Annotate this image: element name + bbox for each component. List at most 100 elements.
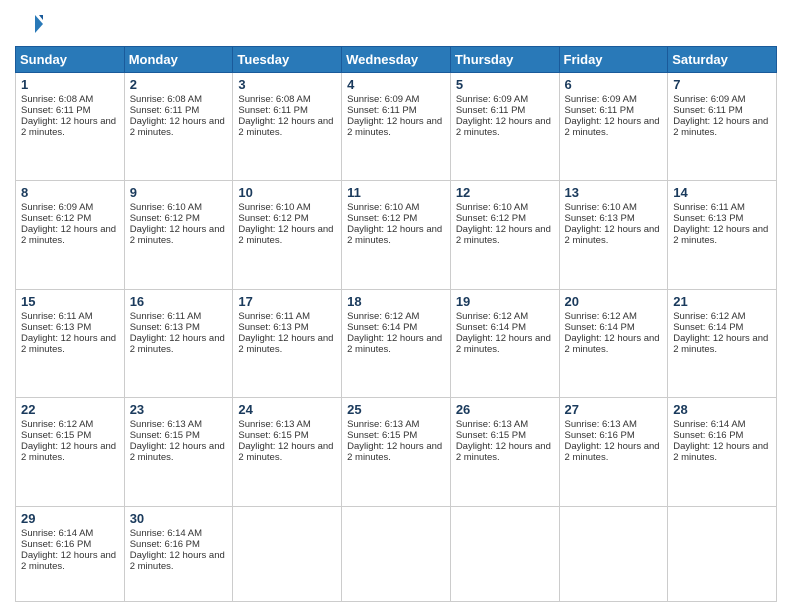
logo-icon xyxy=(15,10,43,38)
daylight-label: Daylight: 12 hours and 2 minutes. xyxy=(21,550,116,572)
calendar-cell: 6 Sunrise: 6:09 AM Sunset: 6:11 PM Dayli… xyxy=(559,73,668,181)
sunset-label: Sunset: 6:11 PM xyxy=(673,105,743,116)
calendar-cell xyxy=(233,506,342,601)
sunset-label: Sunset: 6:16 PM xyxy=(130,539,200,550)
sunset-label: Sunset: 6:15 PM xyxy=(456,430,526,441)
daylight-label: Daylight: 12 hours and 2 minutes. xyxy=(130,550,225,572)
sunrise-label: Sunrise: 6:14 AM xyxy=(130,528,202,539)
calendar-cell: 16 Sunrise: 6:11 AM Sunset: 6:13 PM Dayl… xyxy=(124,289,233,397)
sunset-label: Sunset: 6:11 PM xyxy=(130,105,200,116)
daylight-label: Daylight: 12 hours and 2 minutes. xyxy=(673,116,768,138)
day-number: 4 xyxy=(347,77,445,92)
sunrise-label: Sunrise: 6:10 AM xyxy=(456,202,528,213)
sunrise-label: Sunrise: 6:12 AM xyxy=(673,311,745,322)
day-number: 22 xyxy=(21,402,119,417)
sunrise-label: Sunrise: 6:13 AM xyxy=(347,419,419,430)
sunset-label: Sunset: 6:12 PM xyxy=(238,213,308,224)
sunset-label: Sunset: 6:13 PM xyxy=(238,322,308,333)
daylight-label: Daylight: 12 hours and 2 minutes. xyxy=(130,224,225,246)
day-number: 3 xyxy=(238,77,336,92)
calendar-cell: 1 Sunrise: 6:08 AM Sunset: 6:11 PM Dayli… xyxy=(16,73,125,181)
sunrise-label: Sunrise: 6:08 AM xyxy=(130,94,202,105)
sunrise-label: Sunrise: 6:13 AM xyxy=(238,419,310,430)
calendar-cell: 9 Sunrise: 6:10 AM Sunset: 6:12 PM Dayli… xyxy=(124,181,233,289)
calendar-week-row: 22 Sunrise: 6:12 AM Sunset: 6:15 PM Dayl… xyxy=(16,398,777,506)
sunrise-label: Sunrise: 6:11 AM xyxy=(130,311,202,322)
day-number: 1 xyxy=(21,77,119,92)
sunrise-label: Sunrise: 6:13 AM xyxy=(130,419,202,430)
sunrise-label: Sunrise: 6:08 AM xyxy=(21,94,93,105)
daylight-label: Daylight: 12 hours and 2 minutes. xyxy=(347,333,442,355)
day-number: 12 xyxy=(456,185,554,200)
day-number: 27 xyxy=(565,402,663,417)
day-number: 21 xyxy=(673,294,771,309)
sunset-label: Sunset: 6:13 PM xyxy=(673,213,743,224)
sunset-label: Sunset: 6:11 PM xyxy=(565,105,635,116)
sunrise-label: Sunrise: 6:12 AM xyxy=(565,311,637,322)
sunrise-label: Sunrise: 6:10 AM xyxy=(565,202,637,213)
daylight-label: Daylight: 12 hours and 2 minutes. xyxy=(21,441,116,463)
calendar-cell xyxy=(668,506,777,601)
calendar-cell xyxy=(559,506,668,601)
calendar-cell: 17 Sunrise: 6:11 AM Sunset: 6:13 PM Dayl… xyxy=(233,289,342,397)
daylight-label: Daylight: 12 hours and 2 minutes. xyxy=(21,333,116,355)
sunset-label: Sunset: 6:15 PM xyxy=(238,430,308,441)
sunrise-label: Sunrise: 6:13 AM xyxy=(456,419,528,430)
sunset-label: Sunset: 6:12 PM xyxy=(456,213,526,224)
daylight-label: Daylight: 12 hours and 2 minutes. xyxy=(456,441,551,463)
sunrise-label: Sunrise: 6:11 AM xyxy=(21,311,93,322)
calendar-cell: 26 Sunrise: 6:13 AM Sunset: 6:15 PM Dayl… xyxy=(450,398,559,506)
calendar-cell: 13 Sunrise: 6:10 AM Sunset: 6:13 PM Dayl… xyxy=(559,181,668,289)
calendar-cell: 18 Sunrise: 6:12 AM Sunset: 6:14 PM Dayl… xyxy=(342,289,451,397)
calendar-cell: 20 Sunrise: 6:12 AM Sunset: 6:14 PM Dayl… xyxy=(559,289,668,397)
calendar-cell: 15 Sunrise: 6:11 AM Sunset: 6:13 PM Dayl… xyxy=(16,289,125,397)
calendar-week-row: 1 Sunrise: 6:08 AM Sunset: 6:11 PM Dayli… xyxy=(16,73,777,181)
daylight-label: Daylight: 12 hours and 2 minutes. xyxy=(238,116,333,138)
calendar-cell: 23 Sunrise: 6:13 AM Sunset: 6:15 PM Dayl… xyxy=(124,398,233,506)
sunrise-label: Sunrise: 6:09 AM xyxy=(673,94,745,105)
daylight-label: Daylight: 12 hours and 2 minutes. xyxy=(673,441,768,463)
calendar-cell xyxy=(342,506,451,601)
day-number: 16 xyxy=(130,294,228,309)
day-number: 25 xyxy=(347,402,445,417)
calendar-cell: 27 Sunrise: 6:13 AM Sunset: 6:16 PM Dayl… xyxy=(559,398,668,506)
day-number: 14 xyxy=(673,185,771,200)
sunset-label: Sunset: 6:11 PM xyxy=(347,105,417,116)
daylight-label: Daylight: 12 hours and 2 minutes. xyxy=(565,224,660,246)
day-number: 9 xyxy=(130,185,228,200)
sunrise-label: Sunrise: 6:12 AM xyxy=(456,311,528,322)
calendar-cell: 5 Sunrise: 6:09 AM Sunset: 6:11 PM Dayli… xyxy=(450,73,559,181)
sunrise-label: Sunrise: 6:10 AM xyxy=(130,202,202,213)
page: SundayMondayTuesdayWednesdayThursdayFrid… xyxy=(0,0,792,612)
day-header-sunday: Sunday xyxy=(16,47,125,73)
sunrise-label: Sunrise: 6:10 AM xyxy=(238,202,310,213)
daylight-label: Daylight: 12 hours and 2 minutes. xyxy=(130,441,225,463)
sunset-label: Sunset: 6:15 PM xyxy=(347,430,417,441)
sunset-label: Sunset: 6:11 PM xyxy=(456,105,526,116)
calendar-cell: 3 Sunrise: 6:08 AM Sunset: 6:11 PM Dayli… xyxy=(233,73,342,181)
sunrise-label: Sunrise: 6:14 AM xyxy=(673,419,745,430)
daylight-label: Daylight: 12 hours and 2 minutes. xyxy=(238,441,333,463)
calendar-cell: 11 Sunrise: 6:10 AM Sunset: 6:12 PM Dayl… xyxy=(342,181,451,289)
calendar-week-row: 15 Sunrise: 6:11 AM Sunset: 6:13 PM Dayl… xyxy=(16,289,777,397)
daylight-label: Daylight: 12 hours and 2 minutes. xyxy=(673,224,768,246)
daylight-label: Daylight: 12 hours and 2 minutes. xyxy=(130,116,225,138)
logo xyxy=(15,10,47,38)
day-number: 6 xyxy=(565,77,663,92)
sunset-label: Sunset: 6:14 PM xyxy=(673,322,743,333)
sunset-label: Sunset: 6:16 PM xyxy=(673,430,743,441)
day-header-thursday: Thursday xyxy=(450,47,559,73)
daylight-label: Daylight: 12 hours and 2 minutes. xyxy=(673,333,768,355)
day-number: 29 xyxy=(21,511,119,526)
sunrise-label: Sunrise: 6:08 AM xyxy=(238,94,310,105)
calendar-cell: 22 Sunrise: 6:12 AM Sunset: 6:15 PM Dayl… xyxy=(16,398,125,506)
sunrise-label: Sunrise: 6:13 AM xyxy=(565,419,637,430)
sunrise-label: Sunrise: 6:14 AM xyxy=(21,528,93,539)
sunrise-label: Sunrise: 6:11 AM xyxy=(673,202,745,213)
calendar-table: SundayMondayTuesdayWednesdayThursdayFrid… xyxy=(15,46,777,602)
calendar-cell: 30 Sunrise: 6:14 AM Sunset: 6:16 PM Dayl… xyxy=(124,506,233,601)
calendar-cell: 7 Sunrise: 6:09 AM Sunset: 6:11 PM Dayli… xyxy=(668,73,777,181)
daylight-label: Daylight: 12 hours and 2 minutes. xyxy=(130,333,225,355)
sunrise-label: Sunrise: 6:09 AM xyxy=(21,202,93,213)
calendar-cell: 2 Sunrise: 6:08 AM Sunset: 6:11 PM Dayli… xyxy=(124,73,233,181)
